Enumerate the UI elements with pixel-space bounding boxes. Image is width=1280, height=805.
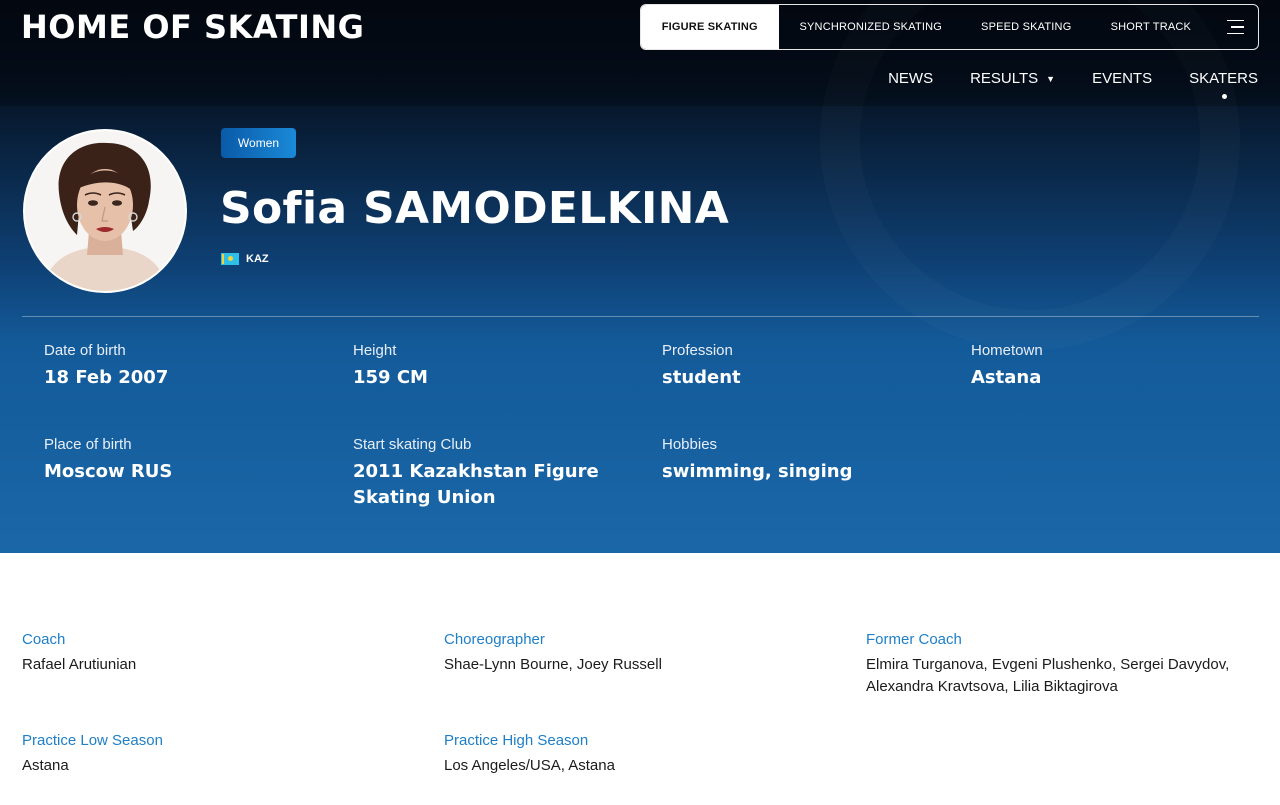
stat-label: Start skating Club [353,436,472,453]
stat-label: Height [353,342,397,359]
stat-date-of-birth: Date of birth 18 Feb 2007 [44,342,324,391]
portrait-illustration [25,131,185,291]
nav-news-label: NEWS [888,70,934,87]
detail-value: Astana [22,757,69,774]
stat-label: Place of birth [44,436,132,453]
nav-events-label: EVENTS [1092,70,1153,87]
stat-value: swimming, singing [662,461,853,482]
stat-hometown: Hometown Astana [971,342,1251,391]
country-code: KAZ [246,253,269,265]
site-logo[interactable]: HOME OF SKATING [21,8,364,46]
detail-practice-high-season: Practice High Season Los Angeles/USA, As… [444,732,824,777]
tab-short-track[interactable]: SHORT TRACK [1090,5,1213,49]
tab-figure-skating[interactable]: FIGURE SKATING [641,5,779,49]
caret-down-icon: ▼ [1046,73,1056,84]
stat-value: student [662,367,741,388]
stat-start-skating-club: Start skating Club 2011 Kazakhstan Figur… [353,436,603,511]
stat-place-of-birth: Place of birth Moscow RUS [44,436,324,485]
nav-skaters[interactable]: SKATERS [1189,70,1258,99]
stat-label: Hobbies [662,436,718,453]
stat-value: Astana [971,367,1042,388]
stat-label: Hometown [971,342,1043,359]
stat-value: 18 Feb 2007 [44,367,169,388]
divider [22,316,1259,317]
skater-name: Sofia SAMODELKINA [220,183,730,234]
tab-synchronized-skating[interactable]: SYNCHRONIZED SKATING [779,5,963,49]
skater-hero: HOME OF SKATING FIGURE SKATING SYNCHRONI… [0,0,1280,553]
detail-value: Elmira Turganova, Evgeni Plushenko, Serg… [866,656,1230,695]
detail-value: Shae-Lynn Bourne, Joey Russell [444,656,662,673]
nav-news[interactable]: NEWS [888,70,933,87]
category-badge: Women [221,128,296,158]
nav-events[interactable]: EVENTS [1092,70,1152,87]
stat-value: 159 CM [353,367,428,388]
detail-label: Practice Low Season [22,732,163,749]
nav-results[interactable]: RESULTS ▼ [970,70,1055,87]
detail-value: Los Angeles/USA, Astana [444,757,615,774]
flag-kaz-icon [221,253,239,265]
nav-results-label: RESULTS [970,70,1039,87]
detail-label: Coach [22,631,66,648]
detail-label: Practice High Season [444,732,589,749]
detail-practice-low-season: Practice Low Season Astana [22,732,402,777]
stat-profession: Profession student [662,342,942,391]
hamburger-icon[interactable] [1212,5,1258,49]
stat-label: Profession [662,342,733,359]
stat-height: Height 159 CM [353,342,633,391]
detail-label: Former Coach [866,631,962,648]
menu-line [1226,32,1244,35]
tab-speed-skating[interactable]: SPEED SKATING [963,5,1090,49]
stat-hobbies: Hobbies swimming, singing [662,436,942,485]
stat-label: Date of birth [44,342,126,359]
detail-value: Rafael Arutiunian [22,656,137,673]
active-indicator [1221,94,1227,99]
detail-former-coach: Former Coach Elmira Turganova, Evgeni Pl… [866,631,1236,698]
skater-photo [23,129,187,293]
detail-coach: Coach Rafael Arutiunian [22,631,402,676]
stat-value: 2011 Kazakhstan Figure Skating Union [353,461,599,508]
menu-line [1226,19,1244,22]
country: KAZ [221,253,269,265]
stat-value: Moscow RUS [44,461,173,482]
main-nav: NEWS RESULTS ▼ EVENTS SKATERS [888,70,1258,99]
discipline-tabs: FIGURE SKATING SYNCHRONIZED SKATING SPEE… [640,4,1259,50]
detail-label: Choreographer [444,631,545,648]
detail-choreographer: Choreographer Shae-Lynn Bourne, Joey Rus… [444,631,824,676]
menu-line [1230,26,1244,28]
nav-skaters-label: SKATERS [1189,70,1258,87]
